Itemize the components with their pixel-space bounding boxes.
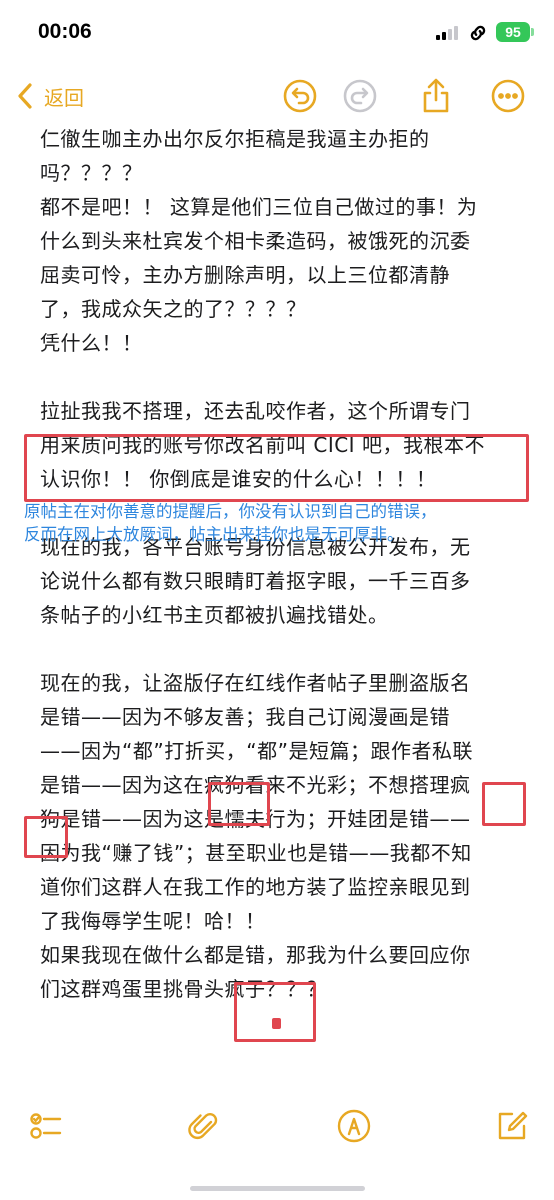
home-indicator	[190, 1186, 365, 1191]
redo-icon	[343, 79, 377, 113]
attachment-button[interactable]	[186, 1108, 222, 1144]
note-body[interactable]: 仁徹生咖主办出尔反尔拒稿是我逼主办拒的 吗？？？？ 都不是吧！！ 这算是他们三位自己…	[40, 122, 526, 1006]
battery-tip	[531, 28, 534, 36]
undo-icon	[283, 79, 317, 113]
note-line: 道你们这群人在我工作的地方装了监控亲眼见到	[40, 875, 471, 899]
overlay-caption-line: 原帖主在对你善意的提醒后，你没有认识到自己的错误，	[24, 502, 437, 521]
status-time: 00:06	[38, 20, 92, 43]
share-icon	[423, 78, 449, 113]
note-line: 论说什么都有数只眼睛盯着抠字眼，一千三百多	[40, 569, 471, 593]
more-button[interactable]	[488, 76, 528, 116]
note-line: 了，我成众矢之的了？？？？	[40, 297, 307, 321]
back-label: 返回	[44, 85, 84, 110]
highlight-box-lunatic	[234, 982, 316, 1042]
more-icon	[491, 79, 525, 113]
note-line: 是错——因为这在疯狗看来不光彩；不想搭理疯	[40, 773, 471, 797]
markup-button[interactable]	[336, 1108, 372, 1144]
note-line: 是错——因为不够友善；我自己订阅漫画是错	[40, 705, 450, 729]
note-line: 现在的我，让盗版仔在红线作者帖子里删盗版名	[40, 671, 471, 695]
note-line: 狗是错——因为这是懦夫行为；开娃团是错——	[40, 807, 471, 831]
highlight-dot	[272, 1018, 281, 1029]
note-line: 什么到头来杜宾发个相卡柔造码，被饿死的沉委	[40, 229, 471, 253]
note-line: 吗？？？？	[40, 161, 143, 185]
checklist-button[interactable]	[28, 1108, 64, 1144]
note-line: 都不是吧！！ 这算是他们三位自己做过的事！为	[40, 195, 478, 219]
highlight-box-cici	[24, 434, 529, 502]
pen-markup-icon	[337, 1109, 371, 1143]
note-line	[40, 360, 526, 394]
note-line: 凭什么！！	[40, 331, 143, 355]
cellular-signal-icon	[436, 26, 458, 40]
note-line: 如果我现在做什么都是错，那我为什么要回应你	[40, 943, 471, 967]
back-button[interactable]: 返回	[16, 78, 84, 114]
nav-bar: 返回	[0, 70, 554, 122]
link-icon	[467, 22, 489, 42]
checklist-icon	[30, 1113, 62, 1139]
note-line: 条帖子的小红书主页都被扒遍找错处。	[40, 603, 389, 627]
compose-icon	[498, 1111, 528, 1140]
overlay-caption: 原帖主在对你善意的提醒后，你没有认识到自己的错误， 反而在网上大放厥词，帖主出来…	[24, 500, 544, 546]
note-line: 因为我“赚了钱”；甚至职业也是错——我都不知	[40, 841, 472, 865]
note-line: 拉扯我我不搭理，还去乱咬作者，这个所谓专门	[40, 399, 471, 423]
note-line: 仁徹生咖主办出尔反尔拒稿是我逼主办拒的	[40, 127, 430, 151]
redo-button[interactable]	[340, 76, 380, 116]
status-bar: 00:06 95	[0, 0, 554, 64]
battery-icon: 95	[496, 22, 530, 42]
chevron-left-icon	[18, 83, 32, 109]
highlight-box-dog	[24, 816, 68, 858]
compose-button[interactable]	[494, 1108, 530, 1144]
undo-button[interactable]	[280, 76, 320, 116]
note-line: ——因为“都”打折买，“都”是短篇；跟作者私联	[40, 739, 473, 763]
highlight-box-mad	[482, 782, 526, 826]
bottom-toolbar	[0, 1100, 554, 1160]
overlay-caption-line: 反而在网上大放厥词，帖主出来挂你也是无可厚非。	[24, 525, 404, 544]
note-line: 了我侮辱学生呢！哈！！	[40, 909, 266, 933]
paperclip-icon	[188, 1113, 218, 1140]
share-button[interactable]	[416, 76, 456, 116]
note-line: 屈卖可怜，主办方删除声明，以上三位都清静	[40, 263, 450, 287]
note-line	[40, 632, 526, 666]
highlight-box-mad-dog	[208, 782, 270, 826]
